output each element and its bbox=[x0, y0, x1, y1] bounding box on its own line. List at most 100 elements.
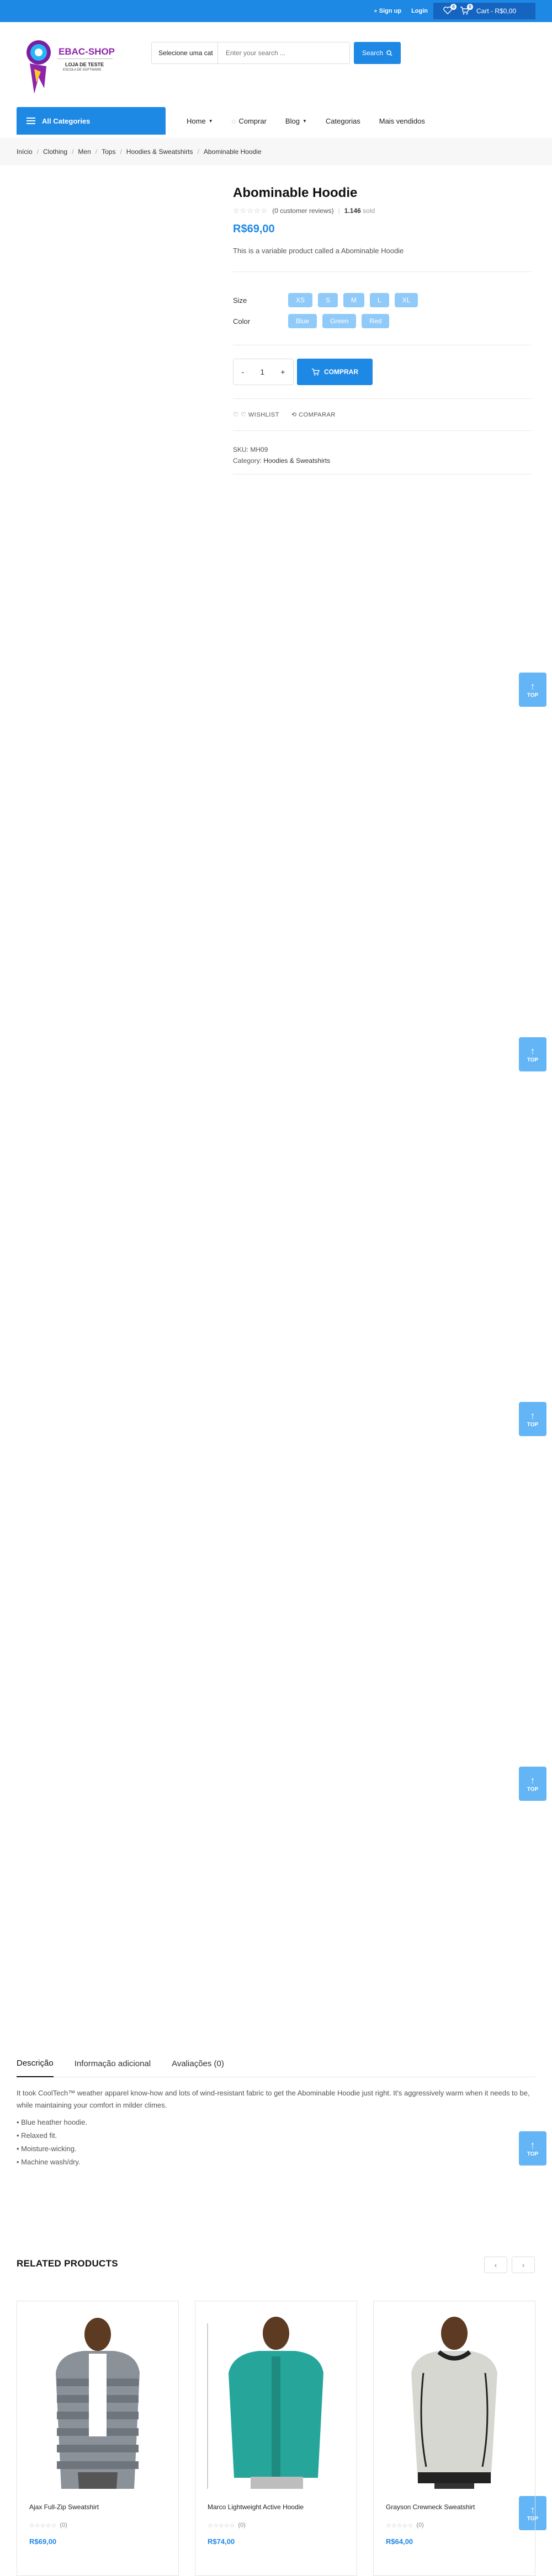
category-select[interactable]: Selecione uma cat bbox=[152, 42, 218, 63]
category-link[interactable]: Hoodies & Sweatshirts bbox=[263, 457, 330, 465]
tab-avaliacoes[interactable]: Avaliações (0) bbox=[172, 2050, 224, 2077]
list-item: • Machine wash/dry. bbox=[17, 2158, 81, 2166]
product-meta: SKU: MH09 Category: Hoodies & Sweatshirt… bbox=[233, 431, 531, 466]
product-image[interactable] bbox=[195, 2301, 357, 2489]
carousel-nav: ‹ › bbox=[484, 2257, 535, 2273]
nav-item-categorias[interactable]: Categorias bbox=[326, 117, 360, 125]
spinner-icon: ◌ bbox=[231, 116, 236, 125]
logo-name: EBAC-SHOP bbox=[59, 46, 115, 57]
breadcrumb-item[interactable]: Hoodies & Sweatshirts bbox=[126, 148, 193, 156]
product-image[interactable] bbox=[17, 2301, 178, 2489]
cart-total: Cart - R$0,00 bbox=[476, 7, 517, 15]
site-header: EBAC-SHOP LOJA DE TESTE ESCOLA DE SOFTWA… bbox=[0, 22, 552, 99]
size-option-s[interactable]: S bbox=[318, 293, 338, 307]
color-option-green[interactable]: Green bbox=[322, 314, 357, 328]
tab-informacao-adicional[interactable]: Informação adicional bbox=[75, 2050, 151, 2077]
product-card[interactable]: Ajax Full-Zip Sweatshirt ☆☆☆☆☆ (0) R$69,0… bbox=[17, 2301, 179, 2576]
product-card[interactable]: Marco Lightweight Active Hoodie ☆☆☆☆☆ (0)… bbox=[195, 2301, 357, 2576]
logo-subtagline: ESCOLA DE SOFTWARE bbox=[63, 68, 102, 72]
product-name[interactable]: Grayson Crewneck Sweatshirt bbox=[386, 2503, 475, 2511]
carousel-prev-button[interactable]: ‹ bbox=[484, 2257, 507, 2273]
qty-minus-button[interactable]: - bbox=[242, 367, 245, 376]
wishlist-button[interactable]: ♡ ♡ WISHLIST bbox=[233, 411, 279, 418]
nav-item-mais-vendidos[interactable]: Mais vendidos bbox=[379, 117, 425, 125]
arrow-up-icon: ↑ bbox=[530, 1774, 535, 1786]
back-to-top-button[interactable]: ↑ TOP bbox=[519, 673, 546, 707]
star-rating-icon: ☆☆☆☆☆ bbox=[208, 2522, 235, 2529]
size-option-l[interactable]: L bbox=[370, 293, 389, 307]
product-rating: ☆☆☆☆☆ (0) bbox=[386, 2522, 424, 2529]
color-option-blue[interactable]: Blue bbox=[288, 314, 317, 328]
product-sku: SKU: MH09 bbox=[233, 446, 268, 454]
heart-icon: ♡ bbox=[233, 412, 239, 418]
logo-mascot-icon bbox=[26, 40, 51, 94]
cart-count: 0 bbox=[467, 4, 473, 10]
compare-button[interactable]: ⟲ COMPARAR bbox=[291, 411, 336, 418]
size-option-xs[interactable]: XS bbox=[288, 293, 313, 307]
buy-button[interactable]: COMPRAR bbox=[297, 359, 373, 385]
back-to-top-button[interactable]: ↑ TOP bbox=[519, 1037, 546, 1071]
caret-down-icon: ▼ bbox=[208, 118, 213, 124]
compare-icon: ⟲ bbox=[291, 412, 297, 418]
cart-icon bbox=[312, 368, 320, 375]
color-label: Color bbox=[233, 317, 251, 326]
logo-tagline: LOJA DE TESTE bbox=[65, 62, 104, 67]
list-item: • Relaxed fit. bbox=[17, 2131, 57, 2140]
search-bar: Selecione uma cat bbox=[151, 42, 350, 64]
reviews-link[interactable]: (0 customer reviews) bbox=[272, 207, 333, 215]
product-title: Abominable Hoodie bbox=[233, 185, 358, 200]
heart-icon[interactable]: 0 bbox=[443, 4, 457, 15]
cart-button[interactable]: 0 0 Cart - R$0,00 bbox=[433, 3, 535, 19]
caret-down-icon: ▼ bbox=[302, 118, 307, 124]
account-links: ● Sign up Login bbox=[374, 0, 428, 22]
product-image[interactable] bbox=[374, 2301, 535, 2489]
product-price: R$74,00 bbox=[208, 2537, 235, 2546]
product-short-description: This is a variable product called a Abom… bbox=[233, 247, 404, 255]
cart-icon: 0 bbox=[460, 4, 473, 15]
heart-icon: ♡ bbox=[240, 412, 247, 418]
color-option-red[interactable]: Red bbox=[362, 314, 390, 328]
size-options: Size XS S M L XL bbox=[233, 290, 531, 311]
product-name[interactable]: Marco Lightweight Active Hoodie bbox=[208, 2503, 304, 2511]
breadcrumb-item[interactable]: Men bbox=[78, 148, 91, 156]
quantity-stepper: - 1 + bbox=[233, 359, 294, 385]
tab-descricao[interactable]: Descrição bbox=[17, 2050, 54, 2077]
product-name[interactable]: Ajax Full-Zip Sweatshirt bbox=[29, 2503, 99, 2511]
menu-icon bbox=[26, 118, 35, 124]
login-link[interactable]: Login bbox=[411, 8, 428, 14]
breadcrumb-item[interactable]: Início bbox=[17, 148, 33, 156]
arrow-up-icon: ↑ bbox=[530, 1410, 535, 1421]
product-rating: ☆☆☆☆☆ (0 customer reviews) | 1.146 sold bbox=[233, 206, 375, 215]
star-rating-icon: ☆☆☆☆☆ bbox=[29, 2522, 57, 2529]
product-rating: ☆☆☆☆☆ (0) bbox=[29, 2522, 67, 2529]
star-rating-icon: ☆☆☆☆☆ bbox=[233, 206, 268, 215]
search-input[interactable] bbox=[218, 49, 349, 57]
arrow-up-icon: ↑ bbox=[530, 1045, 535, 1057]
search-icon bbox=[386, 50, 392, 56]
nav-item-comprar[interactable]: ◌ Comprar bbox=[232, 117, 267, 125]
size-label: Size bbox=[233, 296, 247, 305]
product-price: R$64,00 bbox=[386, 2537, 413, 2546]
nav-item-home[interactable]: Home ▼ bbox=[187, 117, 213, 125]
back-to-top-button[interactable]: ↑ TOP bbox=[519, 1767, 546, 1801]
quantity-input[interactable]: 1 bbox=[260, 367, 264, 376]
main-nav: All Categories Home ▼ ◌ Comprar Blog ▼ Cate… bbox=[0, 107, 552, 135]
qty-plus-button[interactable]: + bbox=[280, 367, 285, 376]
product-category: Category: Hoodies & Sweatshirts bbox=[233, 457, 331, 465]
back-to-top-button[interactable]: ↑ TOP bbox=[519, 1402, 546, 1436]
search-button[interactable]: Search bbox=[354, 42, 401, 64]
size-option-m[interactable]: M bbox=[343, 293, 365, 307]
product-rating: ☆☆☆☆☆ (0) bbox=[208, 2522, 246, 2529]
product-tabs: Descrição Informação adicional Avaliaçõe… bbox=[17, 2050, 535, 2077]
all-categories-button[interactable]: All Categories bbox=[17, 107, 166, 135]
size-option-xl[interactable]: XL bbox=[394, 293, 418, 307]
nav-item-blog[interactable]: Blog ▼ bbox=[285, 117, 307, 125]
product-card[interactable]: Grayson Crewneck Sweatshirt ☆☆☆☆☆ (0) R$6… bbox=[373, 2301, 535, 2576]
breadcrumb-item[interactable]: Tops bbox=[102, 148, 115, 156]
site-logo[interactable]: EBAC-SHOP LOJA DE TESTE ESCOLA DE SOFTWA… bbox=[22, 39, 116, 99]
breadcrumb: Início / Clothing / Men / Tops / Hoodies & S… bbox=[0, 138, 552, 166]
product-price: R$69,00 bbox=[29, 2537, 57, 2546]
signup-link[interactable]: ● Sign up bbox=[374, 8, 401, 14]
carousel-next-button[interactable]: › bbox=[512, 2257, 535, 2273]
breadcrumb-item[interactable]: Clothing bbox=[43, 148, 67, 156]
